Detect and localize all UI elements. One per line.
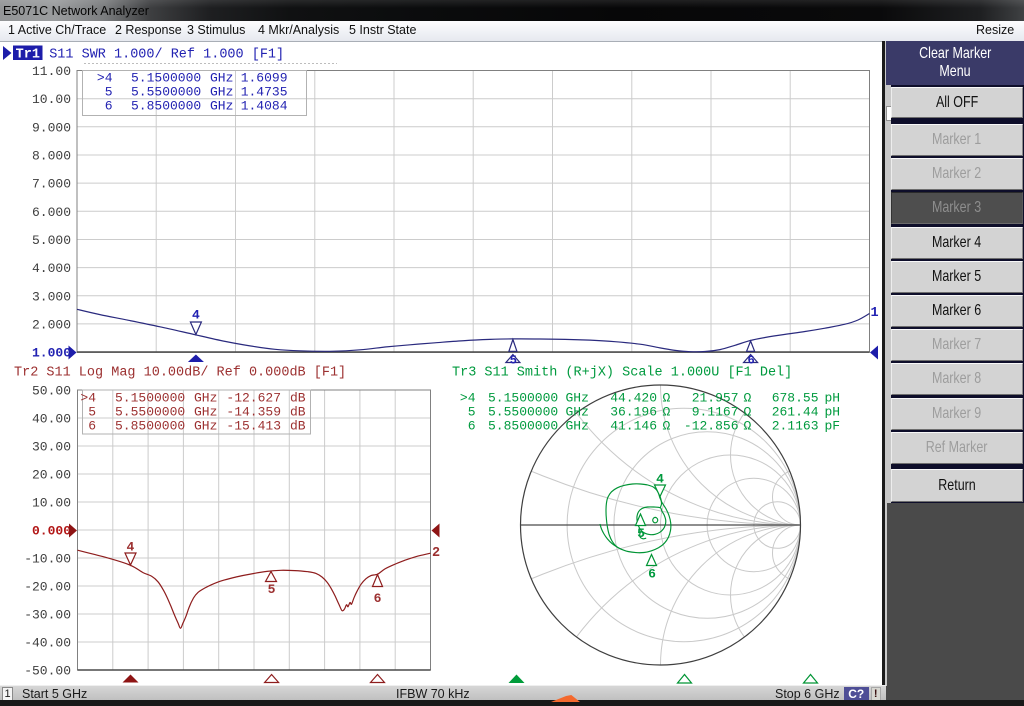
- svg-text:-15.413: -15.413: [226, 419, 281, 434]
- svg-text:dB: dB: [290, 405, 306, 420]
- svg-text:678.55: 678.55: [772, 391, 819, 406]
- svg-text:6.000: 6.000: [32, 205, 71, 220]
- svg-text:1: 1: [871, 306, 879, 321]
- svg-text:261.44: 261.44: [772, 405, 819, 420]
- svg-text:GHz: GHz: [566, 405, 589, 420]
- svg-text:5.8500000: 5.8500000: [131, 99, 201, 114]
- svg-text:Ω: Ω: [663, 405, 671, 420]
- svg-text:Ω: Ω: [663, 391, 671, 406]
- svg-text:0.000: 0.000: [32, 524, 71, 539]
- svg-text:5.1500000: 5.1500000: [488, 391, 558, 406]
- svg-text:-50.00: -50.00: [24, 664, 71, 679]
- svg-text:5: 5: [105, 85, 113, 100]
- svg-text:10.00: 10.00: [32, 92, 71, 107]
- svg-text:6: 6: [88, 419, 96, 434]
- svg-text:-12.627: -12.627: [226, 391, 281, 406]
- svg-text:GHz: GHz: [210, 71, 233, 86]
- svg-text:7.000: 7.000: [32, 177, 71, 192]
- svg-text:-14.359: -14.359: [226, 405, 281, 420]
- svg-text:-12.856: -12.856: [684, 419, 739, 434]
- svg-text:>4: >4: [97, 71, 113, 86]
- svg-text:11.00: 11.00: [32, 64, 71, 79]
- svg-text:GHz: GHz: [194, 405, 217, 420]
- svg-text:S11 SWR 1.000/ Ref 1.000 [F1]: S11 SWR 1.000/ Ref 1.000 [F1]: [49, 48, 284, 63]
- svg-text:1.4084: 1.4084: [241, 99, 288, 114]
- svg-text:2: 2: [432, 546, 440, 561]
- svg-text:Tr2 S11 Log Mag 10.00dB/ Ref 0: Tr2 S11 Log Mag 10.00dB/ Ref 0.000dB [F1…: [14, 366, 346, 381]
- svg-text:-30.00: -30.00: [24, 608, 71, 623]
- svg-text:GHz: GHz: [566, 419, 589, 434]
- svg-text:6: 6: [648, 567, 656, 582]
- svg-text:6: 6: [748, 354, 755, 368]
- svg-text:20.00: 20.00: [32, 468, 71, 483]
- svg-text:dB: dB: [290, 419, 306, 434]
- svg-text:5: 5: [268, 582, 276, 597]
- svg-text:5.1500000: 5.1500000: [115, 391, 185, 406]
- svg-text:-20.00: -20.00: [24, 580, 71, 595]
- svg-text:-10.00: -10.00: [24, 552, 71, 567]
- svg-text:2.1163: 2.1163: [772, 419, 819, 434]
- svg-text:dB: dB: [290, 391, 306, 406]
- svg-text:50.00: 50.00: [32, 384, 71, 399]
- svg-text:5.8500000: 5.8500000: [488, 419, 558, 434]
- svg-text:4: 4: [192, 308, 200, 323]
- svg-text:GHz: GHz: [194, 419, 217, 434]
- svg-text:GHz: GHz: [210, 99, 233, 114]
- svg-text:Tr1: Tr1: [16, 48, 40, 63]
- svg-text:pH: pH: [825, 391, 841, 406]
- svg-text:5.5500000: 5.5500000: [115, 405, 185, 420]
- svg-text:Tr3 S11 Smith (R+jX) Scale 1.0: Tr3 S11 Smith (R+jX) Scale 1.000U [F1 De…: [452, 366, 792, 381]
- svg-text:41.146: 41.146: [610, 419, 657, 434]
- svg-text:Ω: Ω: [744, 405, 752, 420]
- svg-text:30.00: 30.00: [32, 440, 71, 455]
- svg-text:-40.00: -40.00: [24, 636, 71, 651]
- svg-text:10.00: 10.00: [32, 496, 71, 511]
- svg-text:4: 4: [656, 472, 664, 487]
- svg-text:21.957: 21.957: [692, 391, 739, 406]
- svg-text:1.000: 1.000: [32, 346, 71, 361]
- svg-text:Ω: Ω: [663, 419, 671, 434]
- svg-text:1.6099: 1.6099: [241, 71, 288, 86]
- svg-text:44.420: 44.420: [610, 391, 657, 406]
- svg-text:pF: pF: [825, 419, 841, 434]
- svg-text:GHz: GHz: [210, 85, 233, 100]
- svg-text:5.5500000: 5.5500000: [131, 85, 201, 100]
- svg-text:5: 5: [468, 405, 476, 420]
- svg-text:pH: pH: [825, 405, 841, 420]
- svg-text:5.8500000: 5.8500000: [115, 419, 185, 434]
- svg-text:40.00: 40.00: [32, 412, 71, 427]
- svg-text:3.000: 3.000: [32, 289, 71, 304]
- svg-text:GHz: GHz: [566, 391, 589, 406]
- svg-text:4.000: 4.000: [32, 261, 71, 276]
- svg-text:6: 6: [105, 99, 113, 114]
- svg-text:5.5500000: 5.5500000: [488, 405, 558, 420]
- svg-text:Ω: Ω: [744, 391, 752, 406]
- svg-text:9.000: 9.000: [32, 120, 71, 135]
- svg-text:5.000: 5.000: [32, 233, 71, 248]
- svg-text:5: 5: [510, 354, 517, 368]
- svg-text:5: 5: [88, 405, 96, 420]
- svg-text:6: 6: [374, 591, 382, 606]
- svg-text:5.1500000: 5.1500000: [131, 71, 201, 86]
- svg-text:>4: >4: [80, 391, 96, 406]
- svg-text:Ω: Ω: [744, 419, 752, 434]
- svg-text:1.4735: 1.4735: [241, 85, 288, 100]
- svg-text:2.000: 2.000: [32, 317, 71, 332]
- svg-text:GHz: GHz: [194, 391, 217, 406]
- svg-text:5: 5: [637, 526, 645, 541]
- svg-text:36.196: 36.196: [610, 405, 657, 420]
- svg-text:8.000: 8.000: [32, 148, 71, 163]
- svg-text:4: 4: [127, 540, 135, 555]
- svg-text:>4: >4: [460, 391, 476, 406]
- svg-text:9.1167: 9.1167: [692, 405, 739, 420]
- svg-text:6: 6: [468, 419, 476, 434]
